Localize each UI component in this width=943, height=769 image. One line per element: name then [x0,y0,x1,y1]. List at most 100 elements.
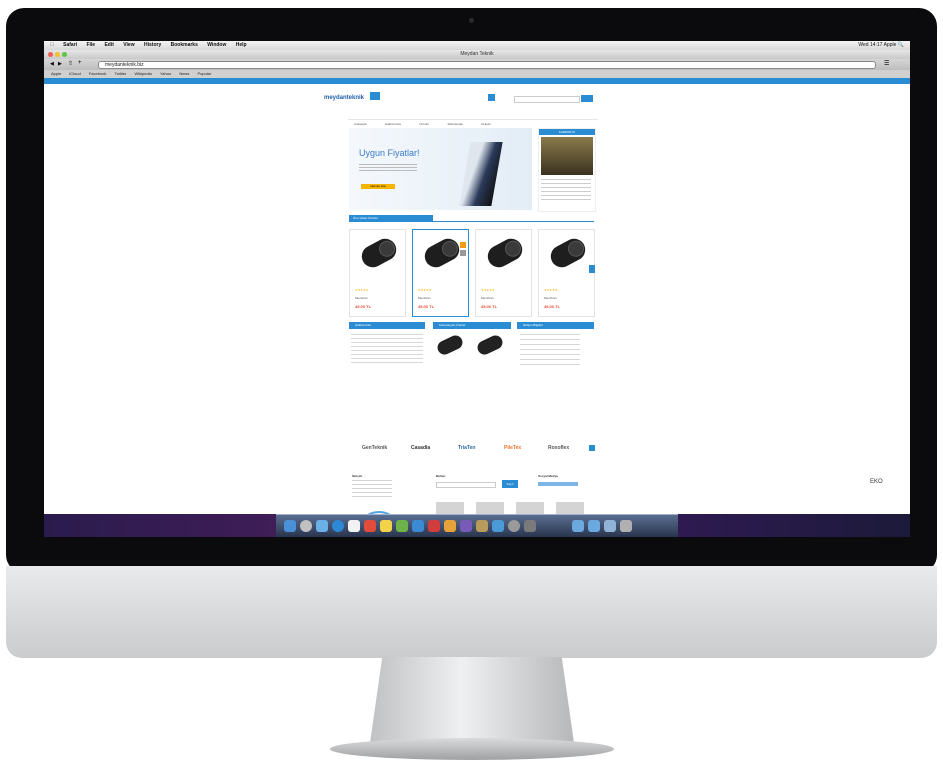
garageband-icon[interactable] [476,520,488,532]
calendar-icon[interactable] [364,520,376,532]
newsletter-button[interactable]: Kayıt [502,480,518,488]
campaign-product-image[interactable] [435,333,465,357]
brand-logo[interactable]: PileTex [504,445,521,451]
imovie-icon[interactable] [460,520,472,532]
social-links[interactable] [538,482,578,486]
hero-image [459,142,503,206]
bookmark-item[interactable]: News [179,71,189,76]
contact-text [520,334,580,368]
menu-bookmarks[interactable]: Bookmarks [171,42,198,48]
mail-icon[interactable] [316,520,328,532]
product-price: 45.00 TL [355,304,372,309]
side-banner[interactable]: KAMPANYA [538,128,596,212]
nav-contact[interactable]: İletişim [482,122,491,126]
rating-stars: ★★★★★ [355,288,369,292]
product-name: Membran [544,296,557,300]
product-card[interactable]: ★★★★★ Membran 45.00 TL [412,229,469,317]
about-text [351,334,423,366]
notes-icon[interactable] [380,520,392,532]
side-banner-text [541,179,591,201]
cart-icon[interactable] [488,94,495,101]
menu-history[interactable]: History [144,42,161,48]
cart-add-icon[interactable] [460,242,466,248]
bookmark-item[interactable]: Popular [197,71,211,76]
hero-title: Uygun Fiyatlar! [359,148,420,158]
close-window-icon[interactable] [48,52,53,57]
newsletter-input[interactable] [436,482,496,488]
bookmark-item[interactable]: Twitter [115,71,127,76]
forward-icon[interactable]: ▶ [58,61,62,67]
applications-folder-icon[interactable] [572,520,584,532]
section-header: Öne Çıkan Ürünler [349,215,594,222]
brand-logo[interactable]: GenTeknik [362,445,387,451]
footer-heading: Sosyal Medya [538,474,558,478]
app-store-icon[interactable] [508,520,520,532]
trash-icon[interactable] [620,520,632,532]
brand-logo[interactable]: Casadia [411,445,430,451]
safari-icon[interactable] [332,520,344,532]
messages-icon[interactable] [412,520,424,532]
site-logo[interactable]: meydanteknik [324,95,364,101]
spotlight-icon[interactable]: 🔍 [898,42,904,48]
product-card[interactable]: ★★★★★ Membran 45.00 TL [538,229,595,317]
menu-window[interactable]: Window [207,42,226,48]
bookmark-item[interactable]: Wikipedia [134,71,151,76]
compare-icon[interactable] [460,250,466,256]
menu-file[interactable]: File [86,42,95,48]
brands-next-icon[interactable] [589,445,595,451]
menubar-clock[interactable]: Wed 14:17 [858,42,882,48]
product-name: Membran [355,296,368,300]
bookmark-item[interactable]: Facebook [89,71,107,76]
brand-logo[interactable]: Roxoflex [548,445,569,451]
nav-products[interactable]: Ürünler [419,122,429,126]
rating-stars: ★★★★★ [544,288,558,292]
info-box-title: Kampanyalı Ürünler [433,322,511,329]
product-card[interactable]: ★★★★★ Membran 45.00 TL [349,229,406,317]
finder-icon[interactable] [284,520,296,532]
search-button[interactable] [581,95,593,102]
photo-booth-icon[interactable] [428,520,440,532]
apple-icon[interactable]:  [50,42,54,48]
bookmark-item[interactable]: Apple [51,71,61,76]
bookmark-item[interactable]: iCloud [69,71,80,76]
hero-button[interactable]: Hemen Ara [361,184,395,189]
menubar-user[interactable]: Apple [884,42,897,48]
launchpad-icon[interactable] [300,520,312,532]
itunes-icon[interactable] [492,520,504,532]
nav-home[interactable]: Anasayfa [354,122,367,126]
monitor-chin [6,566,937,658]
side-banner-image [541,137,593,175]
nav-about[interactable]: Hakkımızda [385,122,401,126]
contacts-icon[interactable] [348,520,360,532]
photos-icon[interactable] [396,520,408,532]
product-price: 45.00 TL [481,304,498,309]
footer-contact-text [352,480,392,498]
logo-mark-icon [370,92,380,100]
search-input[interactable] [514,96,580,103]
brand-logo[interactable]: TriaTen [458,445,475,451]
downloads-folder-icon[interactable] [604,520,616,532]
share-icon[interactable]: ⇧ [68,60,73,67]
product-card[interactable]: ★★★★★ Membran 45.00 TL [475,229,532,317]
reader-icon[interactable]: ☰ [884,60,889,67]
menu-edit[interactable]: Edit [104,42,113,48]
address-bar[interactable]: meydanteknik.biz [98,61,876,69]
bookmark-item[interactable]: Yahoo [160,71,171,76]
dock [276,514,678,537]
nav-references[interactable]: Referanslar [448,122,464,126]
rating-stars: ★★★★★ [481,288,495,292]
system-preferences-icon[interactable] [524,520,536,532]
documents-folder-icon[interactable] [588,520,600,532]
zoom-window-icon[interactable] [62,52,67,57]
menu-safari[interactable]: Safari [63,42,77,48]
carousel-next-icon[interactable] [589,265,595,273]
menu-view[interactable]: View [123,42,134,48]
back-icon[interactable]: ◀ [50,61,54,67]
iphoto-icon[interactable] [444,520,456,532]
campaign-product-image[interactable] [475,333,505,357]
side-banner-title: KAMPANYA [539,129,595,135]
add-tab-icon[interactable]: + [78,60,82,66]
menu-help[interactable]: Help [236,42,247,48]
hero-banner[interactable]: Uygun Fiyatlar! Hemen Ara [349,128,532,210]
minimize-window-icon[interactable] [55,52,60,57]
